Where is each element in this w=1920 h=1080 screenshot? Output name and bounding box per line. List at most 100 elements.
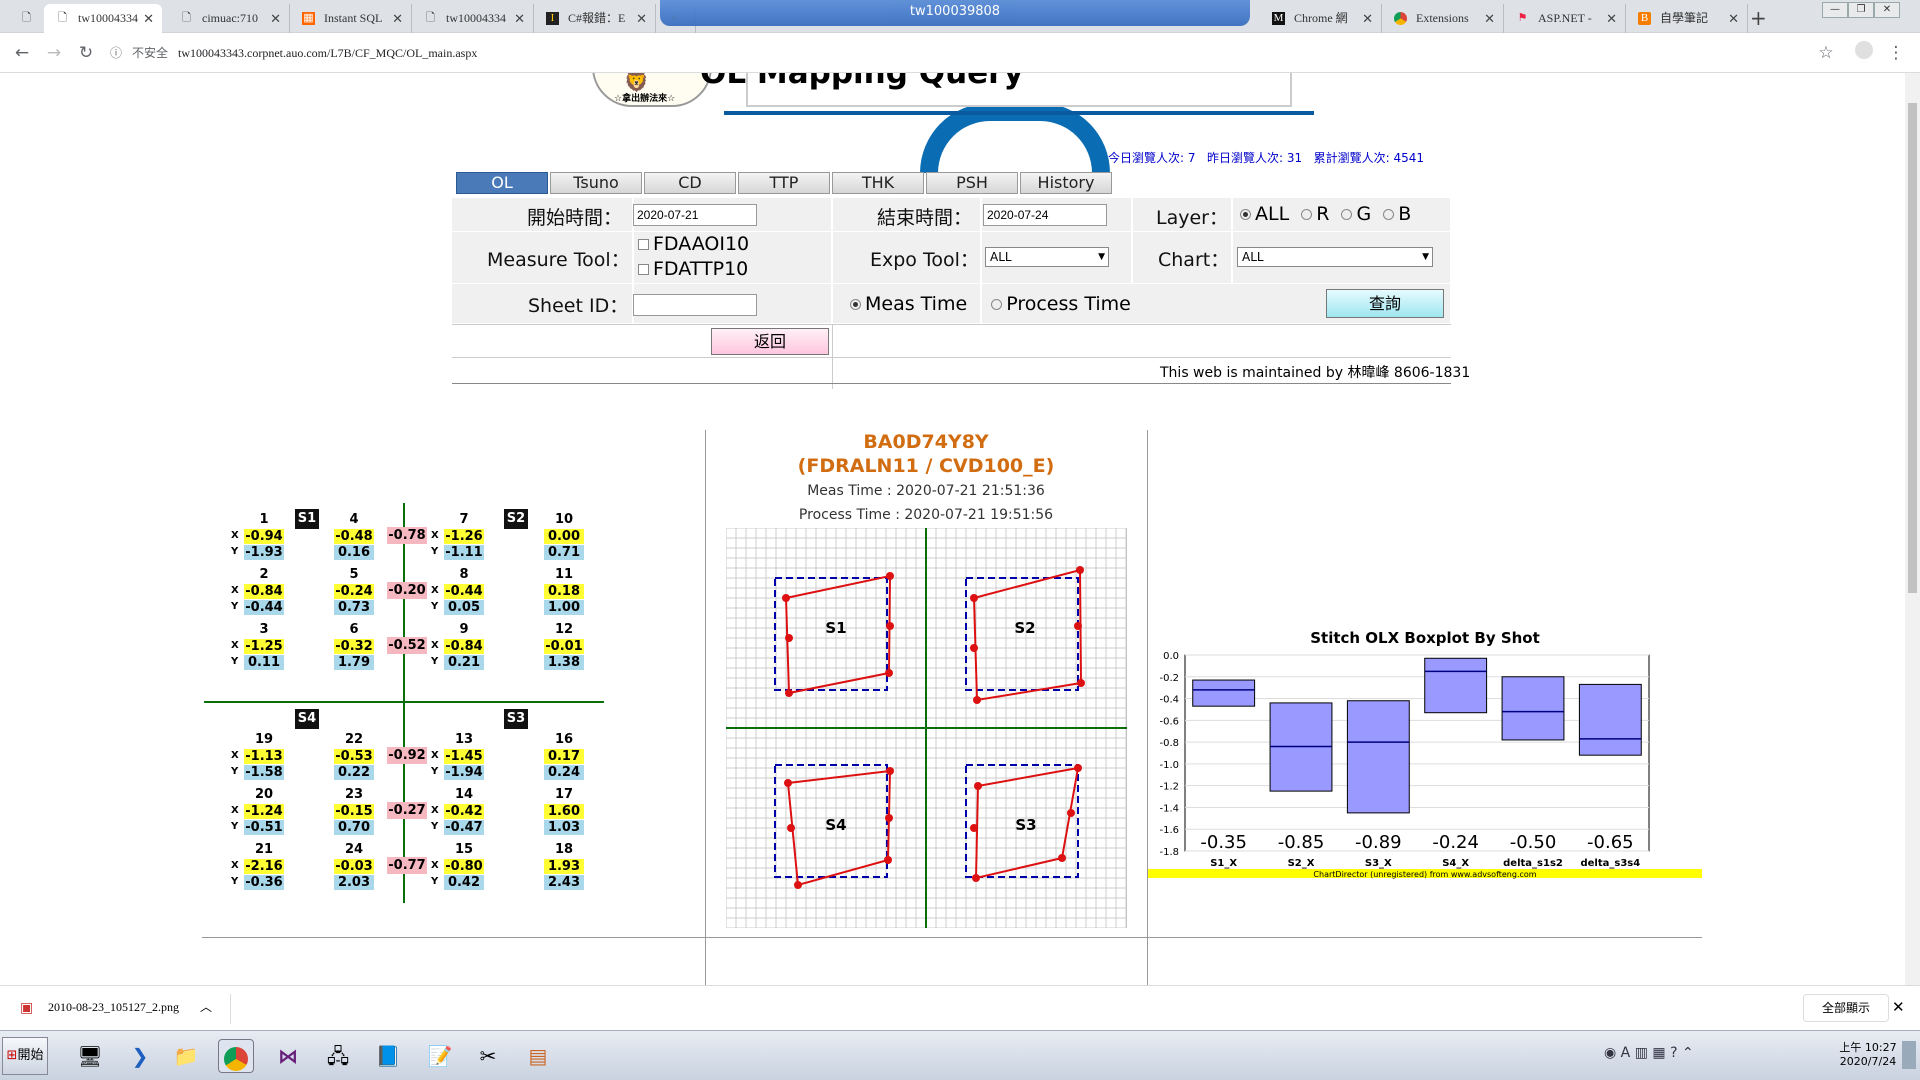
tray-icon[interactable]: ⌃	[1682, 1045, 1694, 1061]
tab-1[interactable]: 🗋 cimuac:710 ✕	[168, 4, 290, 33]
close-icon[interactable]: ✕	[143, 4, 154, 33]
back-button[interactable]: 返回	[711, 328, 829, 355]
page-icon[interactable]: 🗋	[8, 4, 42, 33]
tab-thk[interactable]: THK	[832, 172, 924, 194]
layer-radio-all[interactable]: ALL	[1240, 203, 1289, 225]
notepad-icon[interactable]: 📝	[422, 1039, 458, 1073]
tab-cd[interactable]: CD	[644, 172, 736, 194]
tab-9[interactable]: M Chrome 網 ✕	[1260, 4, 1382, 33]
snip-icon[interactable]: ✂	[470, 1039, 506, 1073]
close-icon[interactable]: ✕	[1362, 4, 1373, 33]
folder-icon[interactable]: 📁	[168, 1039, 204, 1073]
tab-10[interactable]: Extensions ✕	[1382, 4, 1504, 33]
show-desktop-button[interactable]	[1902, 1041, 1916, 1069]
y-value: 0.22	[334, 765, 374, 780]
x-value: -0.80	[444, 859, 484, 874]
profile-icon[interactable]	[1852, 41, 1876, 65]
tab-tsuno[interactable]: Tsuno	[550, 172, 642, 194]
network-icon[interactable]: 🖧	[320, 1039, 356, 1073]
close-icon[interactable]: ✕	[270, 4, 281, 33]
tab-3[interactable]: 🗋 tw10004334 ✕	[412, 4, 534, 33]
close-icon[interactable]: ✕	[636, 4, 647, 33]
y-value: 0.70	[334, 820, 374, 835]
tab-history[interactable]: History	[1020, 172, 1112, 194]
measure-point	[886, 767, 894, 775]
query-button[interactable]: 查詢	[1326, 289, 1444, 318]
layer-radio-g[interactable]: G	[1341, 203, 1371, 225]
close-icon[interactable]: ✕	[1606, 4, 1617, 33]
tab-ttp[interactable]: TTP	[738, 172, 830, 194]
start-button[interactable]: ⊞開始	[2, 1037, 48, 1075]
expo-tool-select[interactable]: ALL ▼	[985, 247, 1109, 267]
tab-2[interactable]: ▦ Instant SQL ✕	[290, 4, 412, 33]
meas-time-radio[interactable]: Meas Time	[850, 293, 967, 315]
tab-11[interactable]: ⚑ ASP.NET - ✕	[1504, 4, 1626, 33]
tab-12[interactable]: B 自學筆記 ✕	[1626, 4, 1748, 33]
tray-icon[interactable]: ▦	[1652, 1045, 1665, 1061]
scroll-thumb[interactable]	[1908, 103, 1917, 593]
notes-icon[interactable]: 📘	[370, 1039, 406, 1073]
download-file-name[interactable]: 2010-08-23_105127_2.png	[48, 1000, 179, 1015]
point-number: 6	[349, 622, 359, 637]
tray-icon[interactable]: ◉	[1604, 1045, 1616, 1061]
bookmark-star-icon[interactable]: ☆	[1814, 41, 1838, 65]
close-icon[interactable]: ✕	[1892, 998, 1905, 1016]
sheet-id-input[interactable]	[633, 294, 757, 316]
chevron-up-icon[interactable]: ︿	[200, 998, 212, 1015]
powershell-icon[interactable]: ❯	[122, 1039, 158, 1073]
tab-ol[interactable]: OL	[456, 172, 548, 194]
layer-radio-b[interactable]: B	[1383, 203, 1411, 225]
y-tick-label: -0.6	[1159, 716, 1179, 727]
tab-4[interactable]: I C#報錯：E ✕	[534, 4, 656, 33]
start-time-input[interactable]: 2020-07-21	[633, 204, 757, 226]
forward-icon[interactable]: →	[42, 41, 66, 65]
chrome-icon[interactable]	[218, 1039, 254, 1073]
visual-studio-icon[interactable]: ⋈	[270, 1039, 306, 1073]
tab-0[interactable]: 🗋 tw10004334 ✕	[44, 4, 162, 33]
y-value: 1.03	[544, 820, 584, 835]
app-icon: M	[1272, 12, 1285, 25]
clock[interactable]: 上午 10:27 2020/7/24	[1838, 1041, 1898, 1069]
measure-point	[974, 782, 982, 790]
url-field[interactable]: ⓘ 不安全 tw100043343.corpnet.auo.com/L7B/CF_M…	[110, 39, 1820, 67]
result-bottom-line	[202, 937, 1702, 938]
help-icon[interactable]: ?	[1670, 1045, 1677, 1061]
layer-radio-r[interactable]: R	[1301, 203, 1329, 225]
y-tick-label: -0.8	[1159, 738, 1179, 749]
close-icon[interactable]: ✕	[392, 4, 403, 33]
process-time-radio[interactable]: Process Time	[991, 293, 1131, 315]
y-label: Y	[431, 656, 439, 667]
y-value: -0.36	[244, 875, 284, 890]
reload-icon[interactable]: ↻	[74, 41, 98, 65]
start-time-label: 開始時間：	[527, 207, 623, 229]
x-value: -1.25	[244, 639, 284, 654]
menu-icon[interactable]: ⋮	[1884, 41, 1908, 65]
app-icon: ⚑	[1517, 12, 1528, 24]
app-icon[interactable]: ▤	[520, 1039, 556, 1073]
close-icon[interactable]: ✕	[514, 4, 525, 33]
close-icon[interactable]: ✕	[1484, 4, 1495, 33]
tray-icon[interactable]: A	[1621, 1045, 1631, 1061]
y-label: Y	[231, 766, 239, 777]
close-icon[interactable]: ✕	[1728, 4, 1739, 33]
taskbar: ⊞開始 🖥 ❯ 📁 ⋈ 🖧 📘 📝 ✂ ▤ ◉ A ▥ ▦ ? ⌃ 上午 10:…	[0, 1030, 1920, 1080]
measure-point	[1074, 764, 1082, 772]
chart-select[interactable]: ALL ▼	[1237, 247, 1433, 267]
measure-tool-checkbox-1[interactable]: FDAAOI10	[638, 233, 749, 255]
chrome-icon	[1394, 12, 1407, 25]
pc-icon[interactable]: 🖥	[72, 1039, 108, 1073]
maximize-button[interactable]: ❐	[1848, 2, 1874, 18]
measure-tool-checkbox-2[interactable]: FDATTP10	[638, 258, 748, 280]
new-tab-button[interactable]: +	[1750, 6, 1767, 30]
end-time-input[interactable]: 2020-07-24	[983, 204, 1107, 226]
y-value: 0.05	[444, 600, 484, 615]
tray-icon[interactable]: ▥	[1635, 1045, 1648, 1061]
scrollbar[interactable]	[1905, 73, 1920, 985]
tab-psh[interactable]: PSH	[926, 172, 1018, 194]
delta-value: -0.78	[387, 527, 427, 544]
show-all-button[interactable]: 全部顯示	[1803, 994, 1889, 1022]
back-icon[interactable]: ←	[10, 41, 34, 65]
dropdown-arrow-icon: ▼	[1422, 252, 1429, 262]
close-window-button[interactable]: ✕	[1874, 2, 1900, 18]
minimize-button[interactable]: —	[1822, 2, 1848, 18]
